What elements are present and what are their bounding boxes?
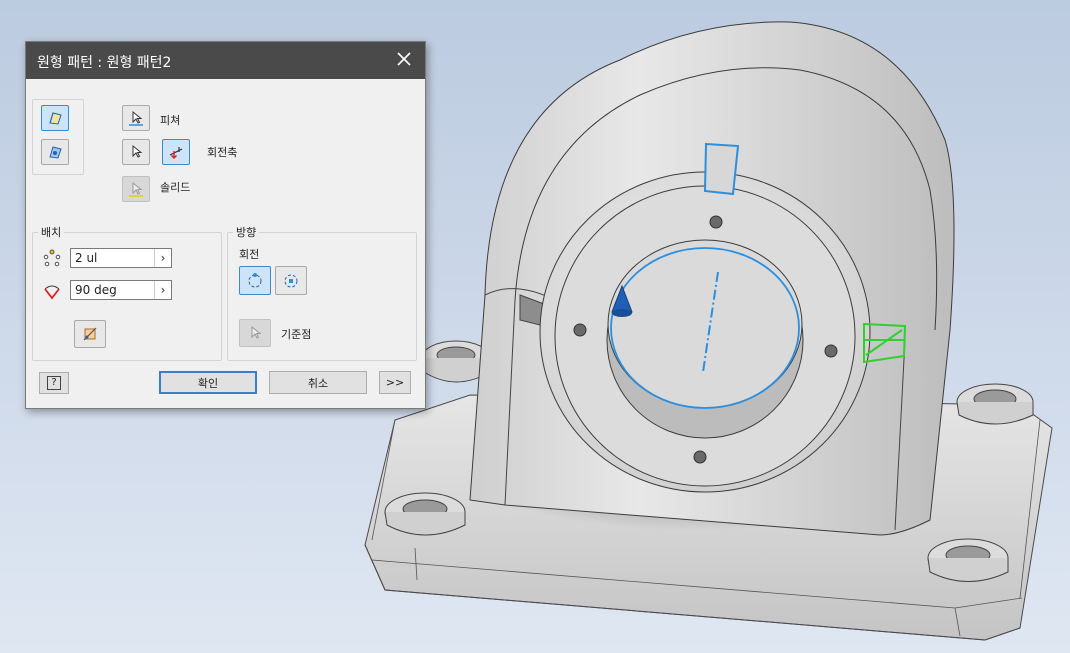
dialog-titlebar[interactable]: 원형 패턴 : 원형 패턴2	[26, 42, 425, 79]
occurrence-angle-input[interactable]: 90 deg ›	[70, 280, 172, 300]
cancel-button[interactable]: 취소	[269, 371, 367, 394]
base-point-label: 기준점	[281, 328, 312, 341]
orientation-title: 방향	[233, 224, 260, 240]
base-point-selector-button[interactable]	[239, 319, 271, 347]
flip-axis-button[interactable]	[162, 139, 190, 165]
dialog-title: 원형 패턴 : 원형 패턴2	[37, 55, 172, 71]
bolt-boss-left-front	[384, 492, 466, 536]
close-icon[interactable]	[395, 50, 413, 68]
ok-button[interactable]: 확인	[159, 371, 257, 394]
circular-pattern-dialog: 원형 패턴 : 원형 패턴2 피쳐 회전축 솔리드 배치 2 ul › 90 d…	[25, 41, 426, 409]
selected-feature-slot[interactable]	[703, 142, 740, 196]
help-icon: ?	[47, 376, 61, 390]
help-button[interactable]: ?	[39, 372, 69, 394]
bolt-boss-right-front	[927, 538, 1009, 582]
more-options-button[interactable]: >>	[379, 371, 411, 394]
pattern-features-button[interactable]	[41, 105, 69, 131]
rotational-orientation-icon	[248, 272, 262, 287]
select-arrow-icon	[129, 181, 143, 197]
occurrence-count-input[interactable]: 2 ul ›	[70, 248, 172, 268]
pattern-solid-icon	[49, 146, 62, 159]
select-arrow-icon	[132, 144, 143, 158]
features-label: 피쳐	[160, 114, 181, 127]
select-arrow-icon	[251, 325, 262, 339]
flip-axis-icon	[169, 147, 183, 160]
fixed-orientation-button[interactable]	[275, 266, 307, 295]
bolt-boss-right-back	[956, 383, 1034, 425]
solids-label: 솔리드	[160, 181, 191, 194]
midplane-button[interactable]	[74, 320, 106, 348]
occurrence-angle-value: 90 deg	[75, 283, 117, 297]
axis-selector-button[interactable]	[122, 139, 150, 165]
occurrence-count-value: 2 ul	[75, 251, 98, 265]
solids-selector-button[interactable]	[122, 176, 150, 202]
midplane-icon	[83, 327, 97, 341]
select-arrow-icon	[129, 110, 143, 126]
fixed-orientation-icon	[284, 274, 298, 287]
rotation-axis-label: 회전축	[207, 146, 238, 159]
rotational-orientation-button[interactable]	[239, 266, 271, 295]
rotation-label: 회전	[239, 248, 260, 261]
chevron-right-icon[interactable]: ›	[154, 281, 171, 299]
chevron-right-icon[interactable]: ›	[154, 249, 171, 267]
bearing-face[interactable]	[539, 171, 871, 493]
features-selector-button[interactable]	[122, 105, 150, 131]
placement-title: 배치	[38, 224, 65, 240]
pattern-features-icon	[49, 112, 62, 125]
circular-count-icon	[43, 249, 61, 267]
angle-icon	[44, 285, 60, 300]
pattern-solid-button[interactable]	[41, 139, 69, 165]
